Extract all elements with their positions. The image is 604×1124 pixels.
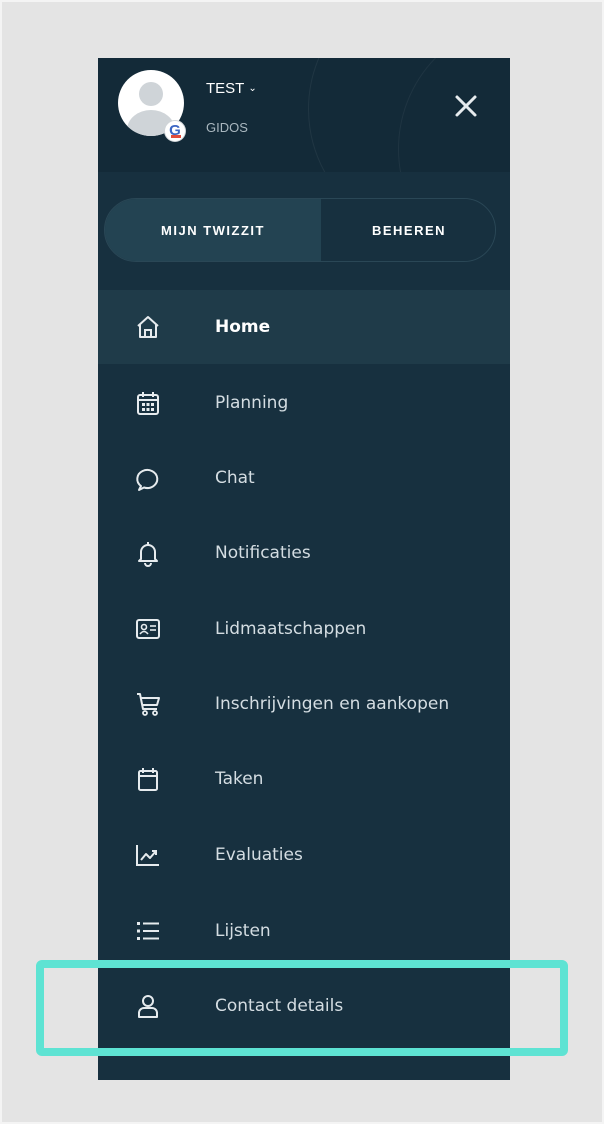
menu-item-label: Inschrijvingen en aankopen — [215, 694, 450, 714]
menu-item-label: Planning — [215, 393, 289, 413]
menu-item-chat[interactable]: Chat — [98, 441, 510, 515]
home-icon — [137, 316, 159, 338]
menu-item-label: Lidmaatschappen — [215, 619, 367, 639]
user-name: TEST — [206, 80, 245, 97]
calendar-icon — [137, 392, 159, 415]
menu-item-label: Contact details — [215, 996, 344, 1016]
bell-icon — [138, 542, 158, 567]
user-organization: GIDOS — [206, 120, 248, 135]
menu-item-label: Home — [215, 317, 271, 337]
badge-accent — [171, 135, 181, 138]
menu-item-label: Taken — [215, 769, 264, 789]
menu-item-lijsten[interactable]: Lijsten — [98, 894, 510, 968]
menu-item-lidmaatschappen[interactable]: Lidmaatschappen — [98, 592, 510, 666]
list-icon — [137, 922, 159, 940]
menu-item-label: Notificaties — [215, 543, 311, 563]
mode-toggle: MIJN TWIZZIT BEHEREN — [104, 198, 496, 262]
organization-badge-icon: G — [164, 120, 186, 142]
trend-chart-icon — [136, 845, 159, 866]
task-calendar-icon — [138, 768, 158, 791]
tab-mijn-twizzit[interactable]: MIJN TWIZZIT — [105, 199, 321, 261]
chevron-down-icon: ⌄ — [248, 83, 257, 94]
avatar-head — [139, 82, 163, 106]
menu-item-planning[interactable]: Planning — [98, 366, 510, 440]
menu-item-notificaties[interactable]: Notificaties — [98, 516, 510, 590]
cart-icon — [137, 693, 160, 716]
menu-item-taken[interactable]: Taken — [98, 742, 510, 816]
user-switcher[interactable]: TEST ⌄ — [206, 80, 257, 97]
menu-item-inschrijvingen[interactable]: Inschrijvingen en aankopen — [98, 667, 510, 741]
user-icon — [138, 995, 158, 1018]
menu-item-contact-details[interactable]: Contact details — [98, 969, 510, 1043]
menu-item-label: Lijsten — [215, 921, 271, 941]
menu-header: G TEST ⌄ GIDOS — [98, 58, 510, 172]
side-menu-panel: G TEST⌄ GIDOS MIJN TWIZZIT BEHEREN Home — [98, 58, 510, 1080]
menu-item-home[interactable]: Home — [98, 290, 510, 364]
close-icon — [455, 95, 477, 117]
menu-item-label: Evaluaties — [215, 845, 303, 865]
id-card-icon — [136, 619, 160, 639]
tab-beheren[interactable]: BEHEREN — [321, 199, 495, 261]
menu-item-label: Chat — [215, 468, 255, 488]
menu-item-evaluaties[interactable]: Evaluaties — [98, 818, 510, 892]
close-button[interactable] — [448, 88, 484, 124]
chat-bubble-icon — [136, 469, 159, 491]
